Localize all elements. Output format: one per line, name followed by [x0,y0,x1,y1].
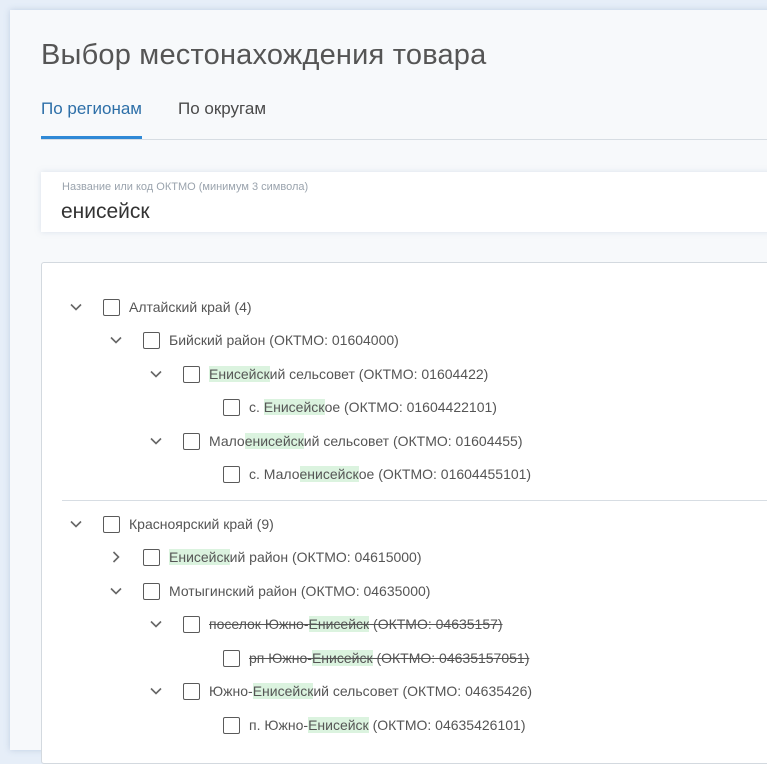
chevron-down-icon[interactable] [149,434,163,448]
chevron-down-icon[interactable] [149,367,163,381]
node-label: с. Енисейское (ОКТМО: 01604422101) [249,399,497,415]
node-label: Бийский район (ОКТМО: 01604000) [169,332,399,348]
tab-by-regions[interactable]: По регионам [41,99,142,139]
node-label: Южно-Енисейский сельсовет (ОКТМО: 046354… [209,683,533,699]
tree-node-altai: Алтайский край (4) [69,295,252,319]
checkbox[interactable] [183,365,200,383]
checkbox[interactable] [103,298,120,316]
checkbox[interactable] [223,649,240,667]
search-label: Название или код ОКТМО (минимум 3 символ… [62,181,309,193]
chevron-down-icon[interactable] [109,333,123,347]
node-label: Енисейский район (ОКТМО: 04615000) [169,549,422,565]
search-highlight: енисейск [299,466,359,482]
checkbox[interactable] [143,548,160,566]
search-highlight: Енисейск [209,366,270,382]
search-input[interactable] [61,198,661,226]
tree-node-yuzhno-ss: Южно-Енисейский сельсовет (ОКТМО: 046354… [149,679,532,703]
checkbox[interactable] [183,432,200,450]
search-highlight: Енисейск [308,616,370,632]
search-highlight: Енисейск [263,399,325,415]
tree-node-eniseysky-ss: Енисейский сельсовет (ОКТМО: 01604422) [149,362,488,386]
search-highlight: енисейск [244,433,304,449]
checkbox[interactable] [183,615,200,633]
search-highlight: Енисейск [311,650,373,666]
checkbox[interactable] [223,716,240,734]
checkbox[interactable] [103,515,120,533]
tab-by-districts[interactable]: По округам [178,99,266,138]
search-highlight: Енисейск [308,717,369,733]
tree-node-s-maloeniseyskoe: с. Малоенисейское (ОКТМО: 01604455101) [189,462,531,486]
chevron-down-icon[interactable] [69,517,83,531]
chevron-down-icon[interactable] [109,584,123,598]
node-label: рп Южно-Енисейск (ОКТМО: 04635157051) [249,650,530,666]
search-highlight: Енисейск [252,683,314,699]
divider [62,500,767,501]
checkbox[interactable] [183,682,200,700]
node-label: Малоенисейский сельсовет (ОКТМО: 0160445… [209,433,523,449]
node-label: Красноярский край (9) [129,516,274,532]
node-label: Мотыгинский район (ОКТМО: 04635000) [169,583,431,599]
chevron-right-icon[interactable] [109,550,123,564]
tree-node-eniseysky-rayon: Енисейский район (ОКТМО: 04615000) [109,545,422,569]
node-label: п. Южно-Енисейск (ОКТМО: 04635426101) [249,717,526,733]
tree-node-s-eniseyskoe: с. Енисейское (ОКТМО: 01604422101) [189,395,497,419]
tree-node-rp-yuzhno: рп Южно-Енисейск (ОКТМО: 04635157051) [189,646,529,670]
checkbox[interactable] [223,465,240,483]
tree-node-krasnoyarsk: Красноярский край (9) [69,512,274,536]
checkbox[interactable] [223,398,240,416]
node-label: Енисейский сельсовет (ОКТМО: 01604422) [209,366,489,382]
search-highlight: Енисейск [169,549,230,565]
chevron-down-icon[interactable] [69,300,83,314]
node-label: Алтайский край (4) [129,299,252,315]
tabs-bar: По регионам По округам [41,99,767,140]
location-dialog: Выбор местонахождения товара По регионам… [10,10,767,764]
tree-node-poselok-yuzhno: поселок Южно-Енисейск (ОКТМО: 04635157) [149,612,503,636]
node-label: поселок Южно-Енисейск (ОКТМО: 04635157) [209,616,503,632]
checkbox[interactable] [143,582,160,600]
tree-node-motygino: Мотыгинский район (ОКТМО: 04635000) [109,579,430,603]
page-title: Выбор местонахождения товара [41,39,487,71]
region-tree: Алтайский край (4) Бийский район (ОКТМО:… [41,262,767,764]
search-field: Название или код ОКТМО (минимум 3 символ… [41,172,767,232]
tree-node-biysk: Бийский район (ОКТМО: 01604000) [109,328,399,352]
checkbox[interactable] [143,331,160,349]
tree-node-maloeniseysky-ss: Малоенисейский сельсовет (ОКТМО: 0160445… [149,429,523,453]
chevron-down-icon[interactable] [149,684,163,698]
chevron-down-icon[interactable] [149,617,163,631]
tree-node-p-yuzhno: п. Южно-Енисейск (ОКТМО: 04635426101) [189,713,525,737]
node-label: с. Малоенисейское (ОКТМО: 01604455101) [249,466,532,482]
